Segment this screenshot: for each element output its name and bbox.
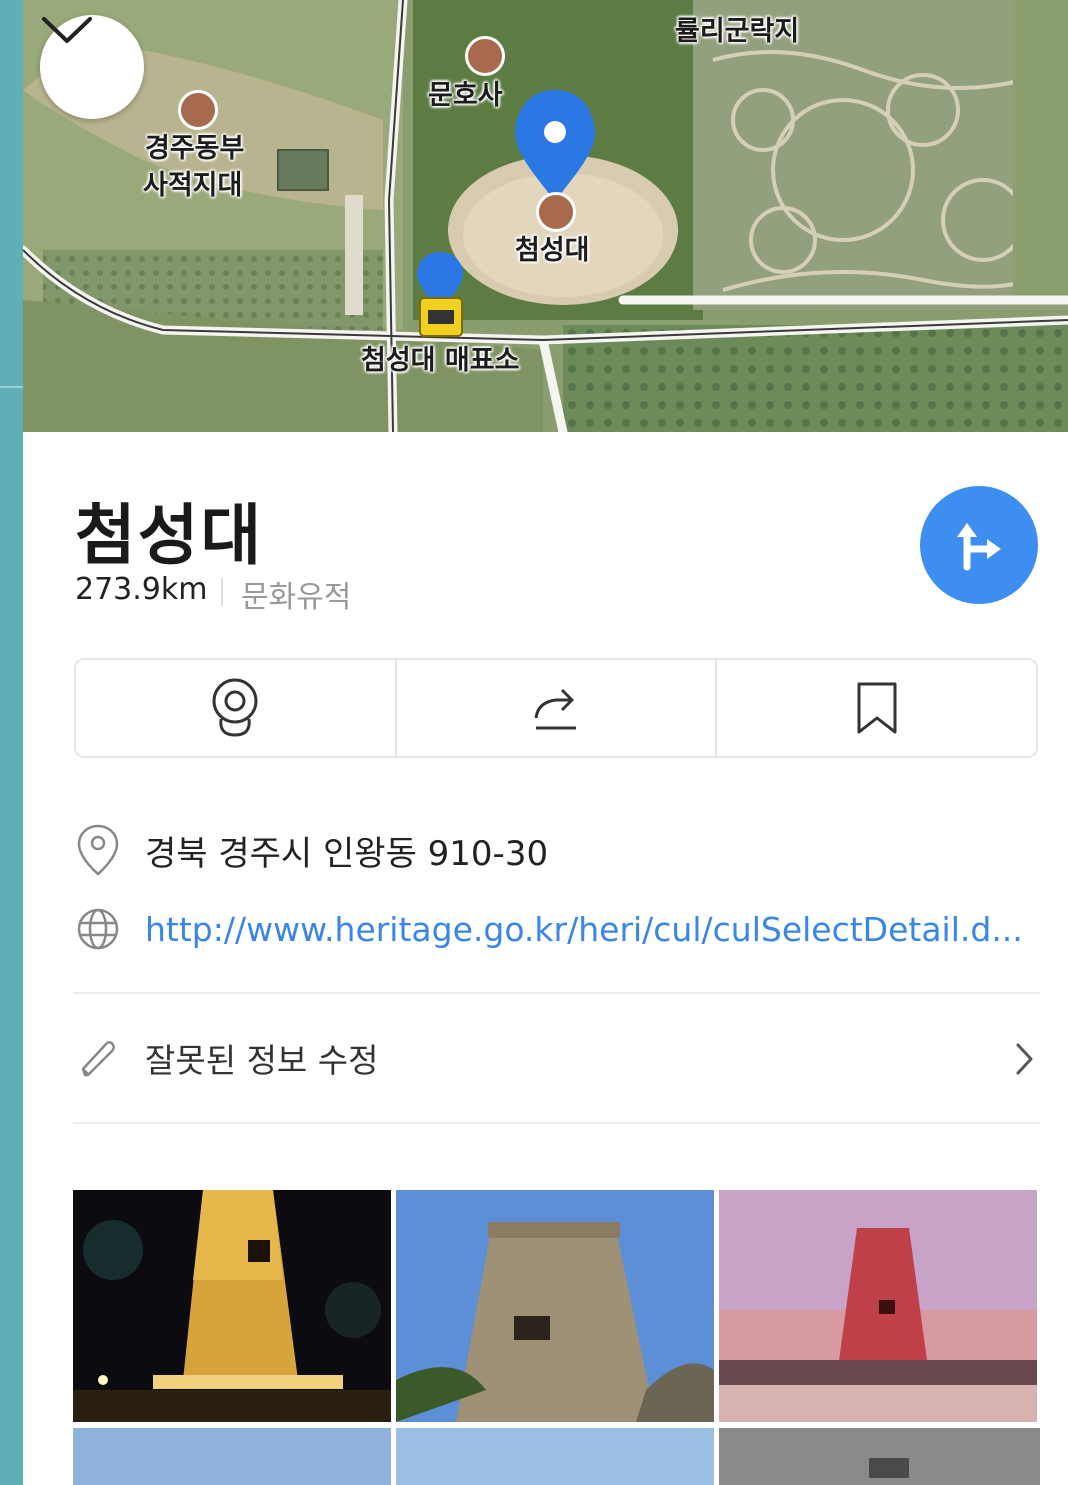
chevron-right-icon[interactable]	[1013, 1040, 1037, 1078]
photo-thumbnail[interactable]	[73, 1428, 391, 1485]
edit-info-label[interactable]: 잘못된 정보 수정	[145, 1034, 379, 1082]
photo-thumbnail[interactable]	[719, 1428, 1040, 1485]
photo-thumbnail[interactable]	[396, 1428, 714, 1485]
place-distance: 273.9km	[75, 572, 208, 607]
roadview-icon	[212, 678, 258, 737]
bookmark-button[interactable]	[717, 660, 1036, 756]
meta-separator	[221, 578, 223, 606]
cheomseongdae-poi-icon[interactable]	[536, 192, 576, 232]
photo-thumbnail[interactable]	[396, 1190, 714, 1422]
map-label-dongbu-1[interactable]: 경주동부	[145, 133, 244, 165]
chevron-down-icon	[42, 17, 92, 43]
place-detail-screen: 문호사 률리군락지 경주동부 사적지대 첨성대 첨성대 매표소 첨성대 273.…	[23, 0, 1068, 1485]
collapse-button[interactable]	[40, 15, 144, 119]
photo-thumbnail[interactable]	[719, 1190, 1037, 1422]
directions-icon	[957, 523, 1001, 571]
action-bar	[74, 658, 1038, 758]
photo-thumbnail[interactable]	[73, 1190, 391, 1422]
side-strip	[0, 0, 23, 1485]
location-pin-icon	[77, 824, 119, 876]
map-label-cheomseongdae[interactable]: 첨성대	[515, 235, 590, 267]
munhosa-poi-icon[interactable]	[465, 36, 505, 76]
bookmark-icon	[857, 682, 897, 734]
map-label-yulligun[interactable]: 률리군락지	[675, 16, 799, 48]
place-title: 첨성대	[75, 497, 264, 574]
directions-button[interactable]	[920, 486, 1038, 604]
map-label-ticket-office[interactable]: 첨성대 매표소	[361, 345, 519, 377]
website-row: http://www.heritage.go.kr/heri/cul/culSe…	[75, 906, 1023, 952]
dongbu-poi-icon[interactable]	[178, 90, 218, 130]
place-category: 문화유적	[241, 580, 352, 615]
divider	[73, 992, 1040, 994]
edit-info-row[interactable]: 잘못된 정보 수정	[75, 1034, 379, 1082]
globe-icon	[77, 908, 119, 950]
share-button[interactable]	[397, 660, 718, 756]
map-label-munhosa[interactable]: 문호사	[428, 80, 503, 112]
map-label-dongbu-2[interactable]: 사적지대	[143, 170, 242, 202]
divider	[73, 1122, 1040, 1124]
map-view[interactable]: 문호사 률리군락지 경주동부 사적지대 첨성대 첨성대 매표소	[23, 0, 1068, 432]
roadview-button[interactable]	[76, 660, 397, 756]
address-row: 경북 경주시 인왕동 910-30	[75, 822, 548, 878]
place-address: 경북 경주시 인왕동 910-30	[145, 833, 549, 874]
place-website-link[interactable]: http://www.heritage.go.kr/heri/cul/culSe…	[145, 910, 1023, 949]
share-icon	[534, 688, 576, 730]
pencil-icon	[81, 1041, 116, 1077]
